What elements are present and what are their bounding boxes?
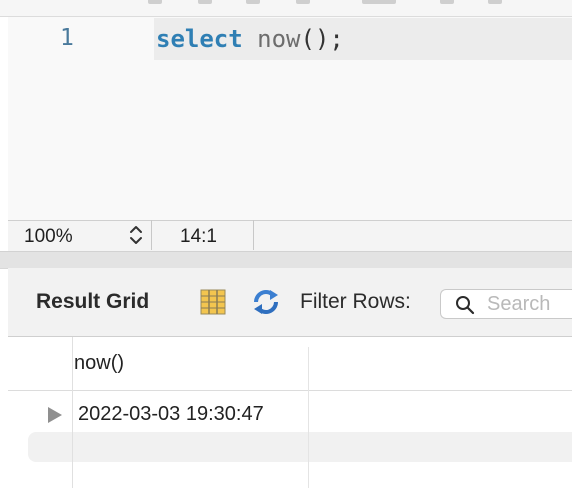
result-toolbar: Result Grid Filter Rows: bbox=[8, 268, 572, 337]
grid-layout-icon[interactable] bbox=[200, 289, 226, 315]
sql-function: now bbox=[257, 25, 301, 53]
toolbar-button-fragment[interactable] bbox=[362, 0, 396, 4]
toolbar-button-fragment[interactable] bbox=[296, 0, 310, 4]
toolbar-button-fragment[interactable] bbox=[198, 0, 212, 4]
panel-splitter[interactable] bbox=[0, 251, 572, 269]
sql-keyword: select bbox=[156, 25, 243, 53]
zoom-select[interactable]: 100% bbox=[8, 220, 152, 250]
zoom-value: 100% bbox=[24, 226, 73, 247]
table-row-empty[interactable] bbox=[28, 432, 572, 462]
chevron-updown-icon bbox=[130, 226, 142, 244]
column-divider[interactable] bbox=[308, 347, 309, 488]
editor-toolbar bbox=[0, 0, 572, 17]
row-pointer-icon bbox=[48, 407, 62, 423]
toolbar-button-fragment[interactable] bbox=[148, 0, 162, 4]
toolbar-button-fragment[interactable] bbox=[246, 0, 260, 4]
cursor-position: 14:1 bbox=[152, 220, 254, 250]
result-grid-tab[interactable]: Result Grid bbox=[36, 290, 149, 314]
toolbar-button-fragment[interactable] bbox=[488, 0, 502, 4]
filter-search-field[interactable] bbox=[440, 289, 572, 319]
column-header[interactable]: now() bbox=[74, 352, 124, 375]
table-cell[interactable]: 2022-03-03 19:30:47 bbox=[78, 403, 264, 426]
search-icon bbox=[456, 296, 475, 315]
cursor-position-value: 14:1 bbox=[180, 226, 217, 247]
toolbar-button-fragment[interactable] bbox=[440, 0, 454, 4]
filter-rows-label: Filter Rows: bbox=[300, 290, 411, 313]
sql-punctuation: (); bbox=[300, 25, 344, 53]
code-line[interactable]: select now(); bbox=[156, 25, 344, 53]
refresh-icon[interactable] bbox=[250, 287, 282, 317]
row-gutter-divider bbox=[72, 337, 73, 488]
filter-search-input[interactable] bbox=[487, 291, 572, 317]
line-number: 1 bbox=[60, 25, 74, 51]
